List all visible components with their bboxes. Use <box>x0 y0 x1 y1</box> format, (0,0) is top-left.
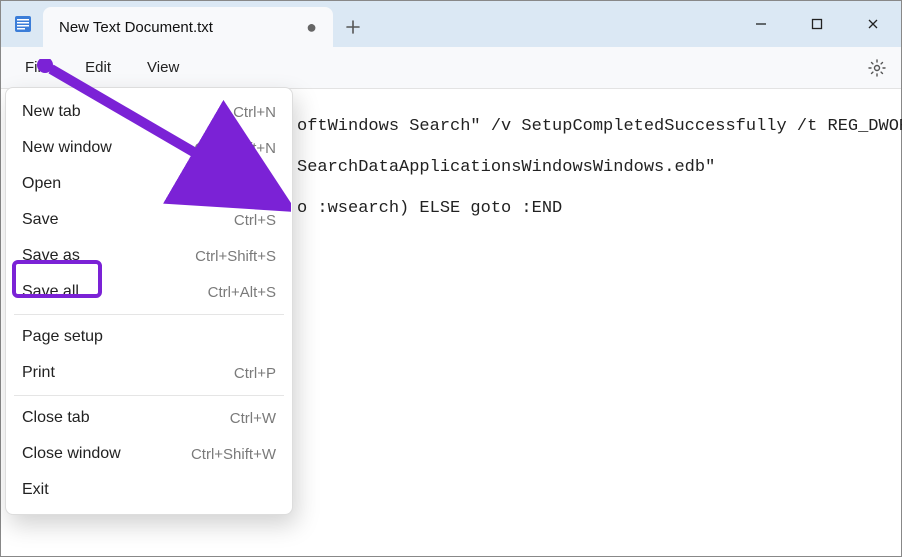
edit-menu[interactable]: Edit <box>71 53 125 82</box>
exit-item[interactable]: Exit <box>6 472 292 508</box>
save-all-item[interactable]: Save all Ctrl+Alt+S <box>6 274 292 310</box>
menu-item-shortcut: Ctrl+W <box>230 410 276 427</box>
menu-separator <box>14 395 284 396</box>
editor-line: o :wsearch) ELSE goto :END <box>297 199 562 218</box>
menu-item-shortcut: Ctrl+Alt+S <box>208 284 276 301</box>
tab-title: New Text Document.txt <box>59 19 213 36</box>
menu-item-label: Save as <box>22 247 80 265</box>
file-menu[interactable]: File <box>11 53 63 82</box>
new-tab-item[interactable]: New tab Ctrl+N <box>6 94 292 130</box>
document-tab[interactable]: New Text Document.txt ● <box>43 7 333 47</box>
save-item[interactable]: Save Ctrl+S <box>6 202 292 238</box>
menu-item-label: Page setup <box>22 328 103 346</box>
save-as-item[interactable]: Save as Ctrl+Shift+S <box>6 238 292 274</box>
close-window-item[interactable]: Close window Ctrl+Shift+W <box>6 436 292 472</box>
file-menu-dropdown: New tab Ctrl+N New window Ctrl+Shift+N O… <box>5 87 293 515</box>
new-window-item[interactable]: New window Ctrl+Shift+N <box>6 130 292 166</box>
settings-button[interactable] <box>863 54 891 82</box>
minimize-button[interactable] <box>733 1 789 47</box>
unsaved-indicator-icon: ● <box>306 17 317 38</box>
menu-item-label: Close window <box>22 445 121 463</box>
menu-bar: File Edit View <box>1 47 901 89</box>
close-tab-item[interactable]: Close tab Ctrl+W <box>6 400 292 436</box>
title-bar: New Text Document.txt ● <box>1 1 901 47</box>
menu-item-label: Exit <box>22 481 49 499</box>
open-item[interactable]: Open Ctrl+O <box>6 166 292 202</box>
menu-item-label: Print <box>22 364 55 382</box>
menu-item-shortcut: Ctrl+O <box>232 176 276 193</box>
menu-item-label: New window <box>22 139 112 157</box>
menu-item-shortcut: Ctrl+Shift+S <box>195 248 276 265</box>
menu-item-shortcut: Ctrl+Shift+W <box>191 446 276 463</box>
menu-item-shortcut: Ctrl+S <box>234 212 276 229</box>
print-item[interactable]: Print Ctrl+P <box>6 355 292 391</box>
menu-item-label: Save <box>22 211 58 229</box>
menu-item-label: Close tab <box>22 409 90 427</box>
menu-item-label: New tab <box>22 103 81 121</box>
editor-line: SearchDataApplicationsWindowsWindows.edb… <box>297 158 715 177</box>
window-controls <box>733 1 901 47</box>
maximize-button[interactable] <box>789 1 845 47</box>
view-menu[interactable]: View <box>133 53 193 82</box>
menu-item-shortcut: Ctrl+Shift+N <box>194 140 276 157</box>
menu-item-shortcut: Ctrl+P <box>234 365 276 382</box>
notepad-app-icon <box>9 1 37 47</box>
close-button[interactable] <box>845 1 901 47</box>
menu-item-shortcut: Ctrl+N <box>233 104 276 121</box>
editor-line: oftWindows Search" /v SetupCompletedSucc… <box>297 117 902 136</box>
menu-item-label: Open <box>22 175 61 193</box>
new-tab-button[interactable] <box>333 7 373 47</box>
page-setup-item[interactable]: Page setup <box>6 319 292 355</box>
menu-item-label: Save all <box>22 283 79 301</box>
menu-separator <box>14 314 284 315</box>
